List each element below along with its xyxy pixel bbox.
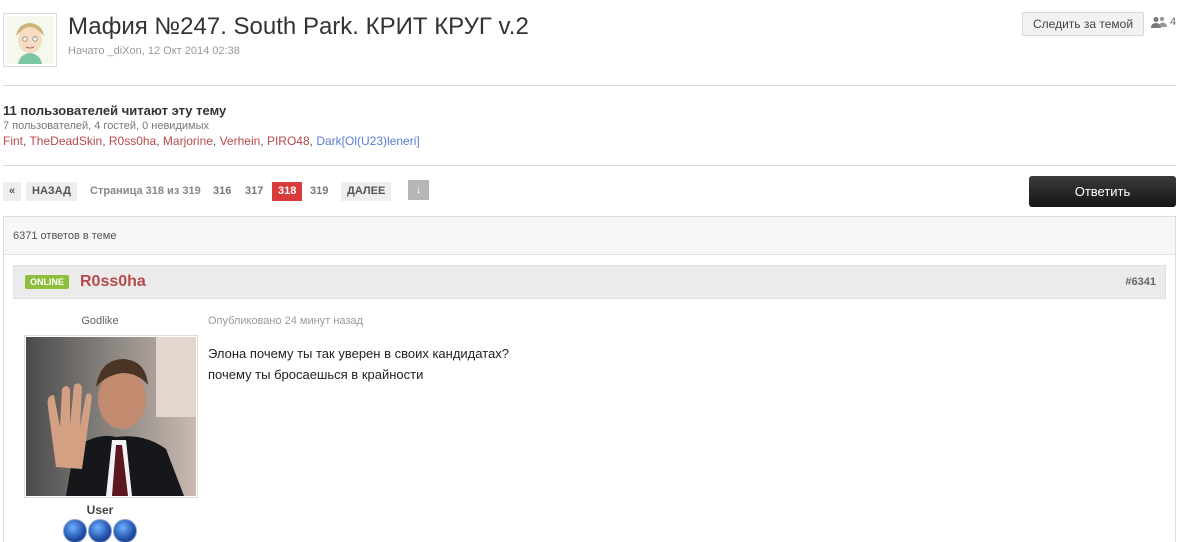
post-date: Опубликовано 24 минут назад	[208, 315, 363, 327]
page-info: Страница 318 из 319	[90, 185, 201, 197]
post-line: почему ты бросаешься в крайности	[208, 367, 424, 382]
page-link[interactable]: 319	[310, 182, 328, 201]
readers-summary: 7 пользователей, 4 гостей, 0 невидимых	[3, 120, 209, 132]
user-avatar[interactable]	[24, 335, 198, 498]
reader-link[interactable]: Dark[Ol(U23)leneri]	[316, 134, 419, 148]
page-link[interactable]: 316	[213, 182, 231, 201]
divider	[3, 85, 1176, 86]
current-page: 318	[272, 182, 303, 201]
readers-list: Fint, TheDeadSkin, R0ss0ha, Marjorine, V…	[3, 134, 420, 148]
reply-button[interactable]: Ответить	[1029, 176, 1176, 207]
user-group: Godlike	[81, 315, 119, 327]
first-page-button[interactable]: «	[3, 182, 22, 201]
reader-link[interactable]: TheDeadSkin	[29, 134, 102, 148]
follow-topic-button[interactable]: Следить за темой	[1022, 12, 1145, 36]
reader-link[interactable]: Verhein	[220, 134, 261, 148]
reader-link[interactable]: PIRO48	[267, 134, 310, 148]
reader-link[interactable]: Marjorine	[163, 134, 213, 148]
jump-down-icon[interactable]: ↓	[408, 180, 429, 200]
followers-count[interactable]: 4	[1151, 16, 1176, 28]
next-page-button[interactable]: ДАЛЕЕ	[341, 182, 392, 201]
divider	[3, 165, 1176, 166]
reputation-badges	[63, 519, 137, 542]
reader-link[interactable]: Fint	[3, 134, 23, 148]
followers-count-value: 4	[1170, 16, 1177, 28]
reader-link[interactable]: R0ss0ha	[109, 134, 156, 148]
replies-count: 6371 ответов в теме	[4, 217, 1175, 255]
post-number-link[interactable]: #6341	[1125, 276, 1156, 288]
prev-page-button[interactable]: НАЗАД	[26, 182, 77, 201]
users-icon	[1151, 16, 1167, 28]
user-rank: User	[86, 503, 114, 517]
posts-container: 6371 ответов в теме ONLINE R0ss0ha #6341…	[3, 216, 1176, 542]
post-body: Элона почему ты так уверен в своих канди…	[208, 343, 509, 385]
post-line: Элона почему ты так уверен в своих канди…	[208, 346, 509, 361]
post-author[interactable]: R0ss0ha	[80, 273, 146, 291]
user-photo-icon	[26, 337, 196, 496]
topic-title: Мафия №247. South Park. КРИТ КРУГ v.2	[68, 13, 529, 40]
readers-title: 11 пользователей читают эту тему	[3, 103, 227, 118]
rank-star-icon	[113, 519, 137, 542]
rank-star-icon	[63, 519, 87, 542]
rank-star-icon	[88, 519, 112, 542]
page-link[interactable]: 317	[245, 182, 263, 201]
cartoon-avatar-icon	[6, 16, 54, 64]
topic-starter-avatar[interactable]	[3, 13, 57, 67]
post-header: ONLINE R0ss0ha #6341	[13, 265, 1166, 299]
topic-started-by: Начато _diXon, 12 Окт 2014 02:38	[68, 45, 240, 57]
online-badge: ONLINE	[25, 275, 70, 289]
